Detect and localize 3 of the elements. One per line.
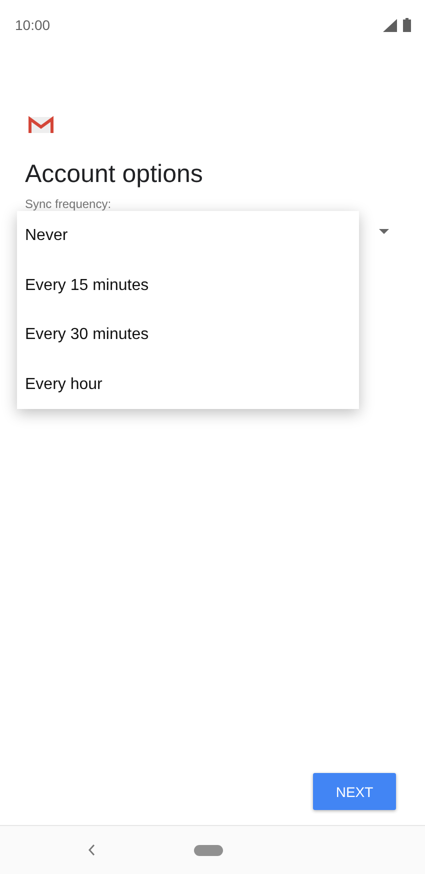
page-title: Account options xyxy=(25,160,204,189)
field-label: Sync frequency: xyxy=(25,197,112,211)
status-time: 10:00 xyxy=(15,17,50,33)
